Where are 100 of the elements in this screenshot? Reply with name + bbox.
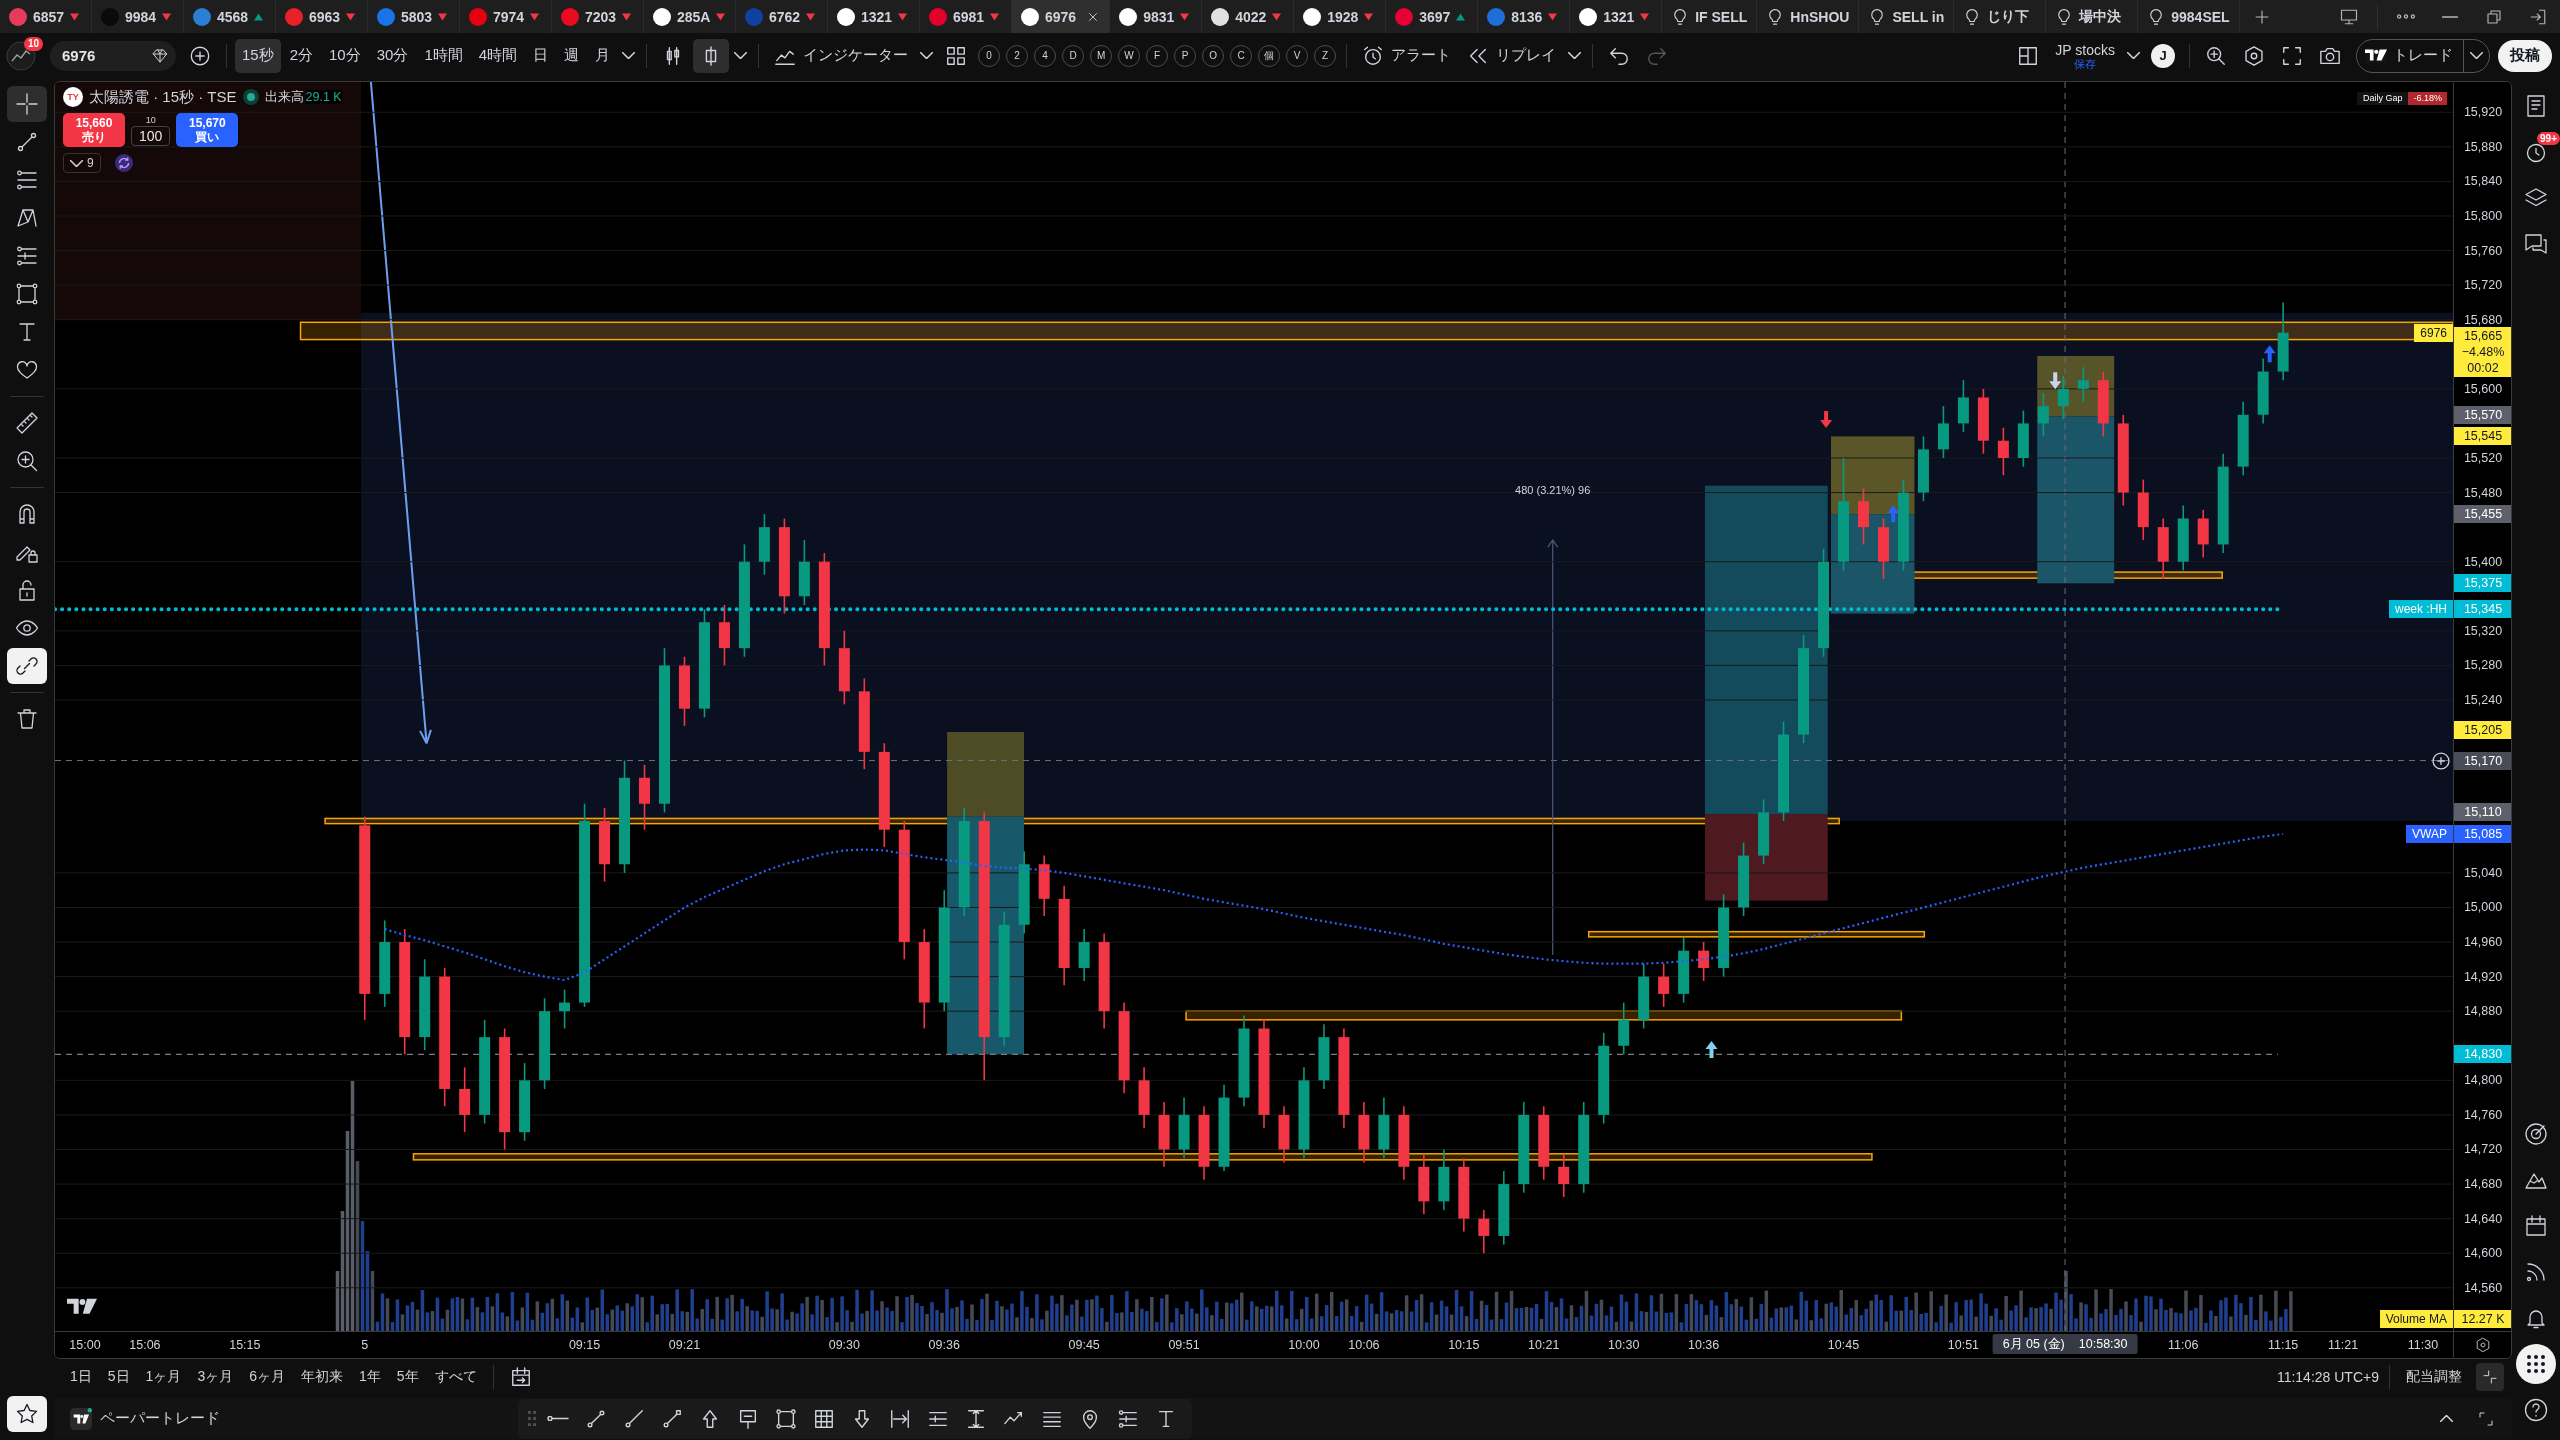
maximize-icon	[2478, 1410, 2494, 1427]
price-label: 14,830	[2454, 1045, 2511, 1064]
up-arrow-icon	[2263, 345, 2276, 363]
price-label: 15,665 −4.48% 00:02	[2454, 326, 2511, 377]
price-tick: 15,680	[2462, 312, 2504, 327]
help-icon	[2524, 1398, 2548, 1422]
calendar-icon	[2524, 1214, 2548, 1238]
price-tick: 15,400	[2462, 554, 2504, 569]
interval-button[interactable]: 4時間	[471, 38, 525, 73]
crosshair-icon	[15, 92, 39, 116]
interval-button[interactable]: 日	[526, 38, 556, 73]
interval-button[interactable]: 10分	[322, 38, 368, 73]
buy-button[interactable]: 15,670 買い	[176, 113, 239, 147]
candlestick	[1418, 1153, 1430, 1216]
crosshair-time: 10:58:30	[2078, 1336, 2128, 1353]
chevron-up-icon	[2439, 1415, 2453, 1422]
symbol-tab[interactable]: 6976	[1012, 0, 1111, 33]
apps-button[interactable]	[2516, 1344, 2556, 1384]
interval-button[interactable]: 週	[557, 38, 587, 73]
user-avatar[interactable]: J	[2151, 43, 2175, 68]
replay-button[interactable]: リプレイ	[1460, 38, 1564, 73]
price-tick: 15,600	[2462, 381, 2504, 396]
price-tick: 14,600	[2462, 1246, 2504, 1261]
range-button[interactable]: 年初来	[295, 1364, 349, 1390]
interval-button[interactable]: 2分	[282, 38, 321, 73]
channel-icon	[1117, 1407, 1139, 1430]
adjustment-button[interactable]: 配当調整	[2400, 1364, 2468, 1390]
layout-name-button[interactable]: JP stocks 保存	[2048, 38, 2122, 73]
price-tick: 15,760	[2462, 243, 2504, 258]
interval-button[interactable]: 30分	[369, 38, 416, 73]
range-button[interactable]: 6ヶ月	[243, 1364, 291, 1390]
time-tick: 09:30	[828, 1338, 860, 1352]
price-label: 12.27 K	[2454, 1310, 2511, 1328]
interval-button[interactable]: 月	[588, 38, 618, 73]
interval-button[interactable]: 15秒	[235, 38, 281, 73]
price-range-icon	[965, 1407, 987, 1430]
price-label: 15,110	[2454, 803, 2511, 822]
symbol-search-field[interactable]: 6976	[50, 40, 176, 71]
candlestick	[2257, 357, 2269, 425]
price-tick: 14,560	[2462, 1280, 2504, 1295]
price-tick: 15,480	[2462, 485, 2504, 500]
price-tick: 15,240	[2462, 693, 2504, 707]
rss-icon	[2524, 1260, 2548, 1284]
add-icon[interactable]	[2431, 750, 2451, 771]
collapse-button[interactable]	[2476, 1363, 2504, 1391]
horizontal-line-icon	[547, 1416, 569, 1421]
logo-icon	[67, 1297, 97, 1317]
time-tick: 11:21	[2327, 1338, 2359, 1352]
crosshair-date: 6月 05 (金)	[2002, 1336, 2065, 1353]
candlestick	[1138, 1066, 1150, 1129]
indicators-button[interactable]: インジケーター	[767, 38, 916, 73]
sell-button[interactable]: 15,660 売り	[63, 113, 125, 147]
time-tick: 10:30	[1608, 1338, 1640, 1352]
sync-icon[interactable]	[114, 154, 133, 172]
collapse-icon	[2482, 1369, 2498, 1385]
time-tick: 11:06	[2168, 1338, 2199, 1352]
alert-button[interactable]: アラート	[1355, 38, 1459, 73]
quantity-field[interactable]: 100	[131, 125, 171, 146]
range-button[interactable]: 1年	[353, 1364, 387, 1390]
link-button[interactable]	[7, 648, 47, 684]
range-button[interactable]: 5日	[101, 1364, 136, 1390]
price-tick: 14,680	[2462, 1177, 2504, 1192]
layout-icon	[2017, 44, 2040, 67]
axis-settings-button[interactable]	[2474, 1337, 2491, 1353]
crosshair-price-label: 15,170	[2454, 751, 2511, 770]
favorite-button[interactable]	[7, 1396, 47, 1432]
target-icon	[2524, 1122, 2548, 1146]
range-button[interactable]: 5年	[390, 1364, 425, 1390]
time-tick: 10:00	[1288, 1338, 1320, 1352]
price-tick: 15,280	[2462, 658, 2504, 673]
panel-title[interactable]: ペーパートレード	[100, 1409, 220, 1428]
range-button[interactable]: 3ヶ月	[191, 1364, 240, 1390]
range-button[interactable]: 1ヶ月	[139, 1364, 188, 1390]
candlestick	[798, 539, 810, 606]
candlestick	[1478, 1209, 1490, 1254]
price-tick: 14,760	[2462, 1107, 2504, 1122]
price-axis[interactable]	[2453, 82, 2511, 1331]
date-range-icon	[889, 1407, 911, 1430]
range-button[interactable]: 1日	[64, 1364, 98, 1390]
logo-icon	[70, 1407, 92, 1430]
lines-icon	[15, 244, 39, 268]
ray-icon	[623, 1407, 645, 1430]
time-tick: 11:15	[2267, 1338, 2299, 1352]
publish-button[interactable]: 投稿	[2498, 39, 2552, 72]
price-tick: 14,640	[2462, 1211, 2504, 1226]
interval-button[interactable]: 1時間	[417, 38, 470, 73]
volume-value: 29.1 K	[305, 90, 342, 104]
crosshair-button[interactable]	[7, 86, 47, 122]
range-button[interactable]: すべて	[428, 1364, 483, 1390]
price-tick: 14,960	[2462, 935, 2504, 950]
ruler-icon	[15, 411, 39, 435]
time-tick: 10:51	[1947, 1338, 1980, 1352]
grid-icon	[813, 1407, 835, 1430]
candlestick	[559, 988, 571, 1030]
collapse-button[interactable]: 9	[63, 153, 101, 173]
notification-badge: 10	[24, 36, 44, 51]
symbol-title[interactable]: 太陽誘電 · 15秒 · TSE	[89, 87, 237, 107]
search-icon	[2205, 44, 2227, 67]
candle-button[interactable]	[693, 38, 730, 73]
candlestick	[2157, 517, 2169, 580]
